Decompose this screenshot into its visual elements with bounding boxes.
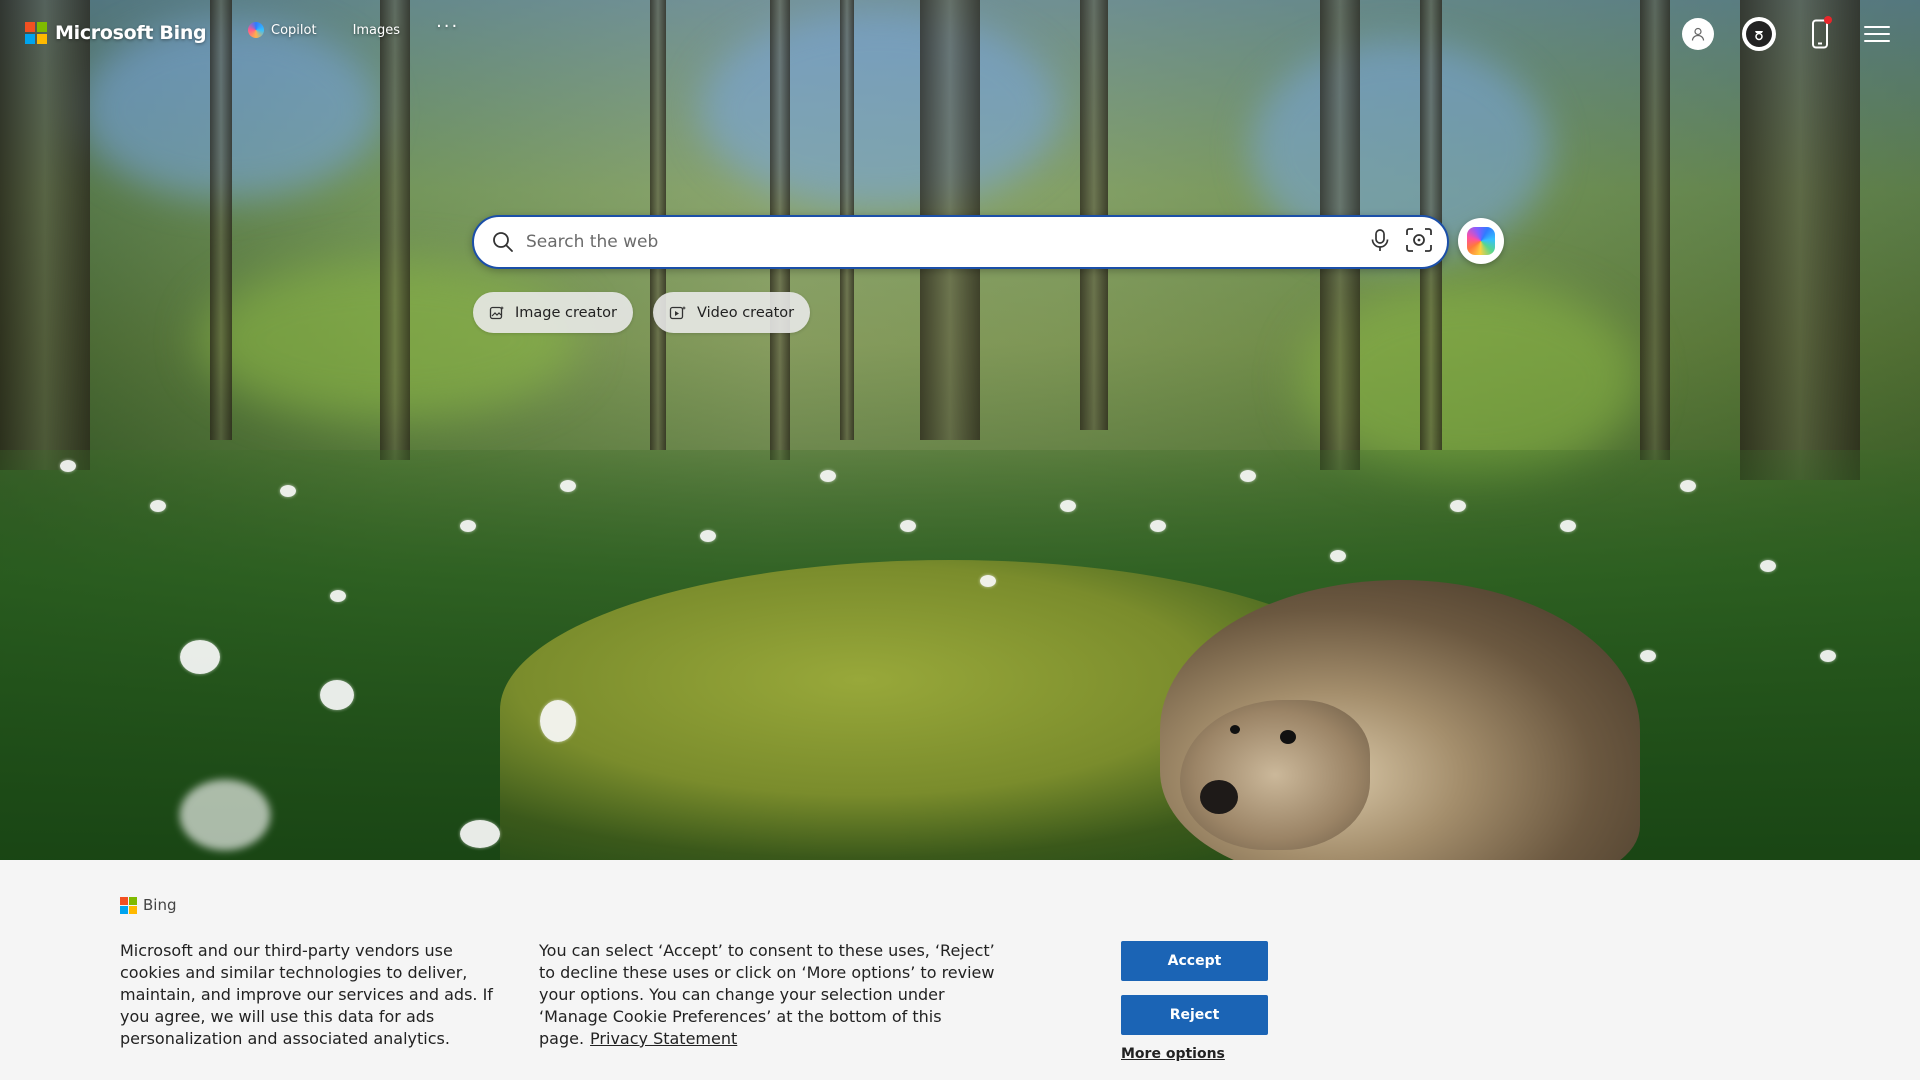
microsoft-logo-icon [120,896,137,914]
creator-chips: Image creator Video creator [473,292,811,333]
nav-images-label: Images [352,22,401,38]
accept-cookies-button[interactable]: Accept [1121,941,1268,981]
more-options-link[interactable]: More options [1121,1046,1225,1062]
rewards-button[interactable] [1742,17,1776,51]
copilot-icon [1467,227,1495,255]
cookie-consent-banner: Bing Microsoft and our third-party vendo… [0,860,1920,1080]
user-icon [1691,27,1705,41]
mobile-app-button[interactable] [1804,16,1836,51]
visual-search-icon[interactable] [1405,227,1433,257]
nav-copilot[interactable]: Copilot [248,22,317,38]
cookie-instructions: You can select ‘Accept’ to consent to th… [539,940,999,1050]
header-actions [1682,16,1890,51]
video-creator-button[interactable]: Video creator [652,292,811,333]
image-creator-icon [489,305,504,319]
cookie-brand-label: Bing [143,896,177,914]
logo-text: Microsoft Bing [55,22,207,44]
notification-dot [1824,16,1832,24]
sign-in-avatar-button[interactable] [1682,18,1714,50]
search-tools [1369,227,1433,257]
search-box [472,215,1449,269]
top-header: Microsoft Bing Copilot Images ··· [0,0,1920,66]
image-creator-label: Image creator [515,304,617,321]
cookie-brand: Bing [120,896,177,914]
nav-copilot-label: Copilot [271,22,317,38]
microsoft-logo-icon [25,22,47,44]
background-photo [0,0,1920,860]
video-creator-icon [669,305,686,319]
search-icon [490,229,516,255]
privacy-statement-link[interactable]: Privacy Statement [590,1029,737,1048]
rewards-icon [1746,21,1772,47]
microphone-icon[interactable] [1369,228,1391,256]
copilot-icon [248,22,264,38]
nav-images[interactable]: Images [353,23,401,38]
cookie-description: Microsoft and our third-party vendors us… [120,941,493,1048]
bing-logo[interactable]: Microsoft Bing [25,22,207,44]
search-input[interactable] [526,232,1369,252]
copilot-search-button[interactable] [1458,218,1504,264]
top-nav: Copilot Images ··· [248,16,459,38]
reject-cookies-button[interactable]: Reject [1121,995,1268,1035]
image-creator-button[interactable]: Image creator [473,292,633,333]
hamburger-menu-button[interactable] [1864,21,1890,47]
video-creator-label: Video creator [696,304,795,321]
nav-more-button[interactable]: ··· [436,16,459,37]
